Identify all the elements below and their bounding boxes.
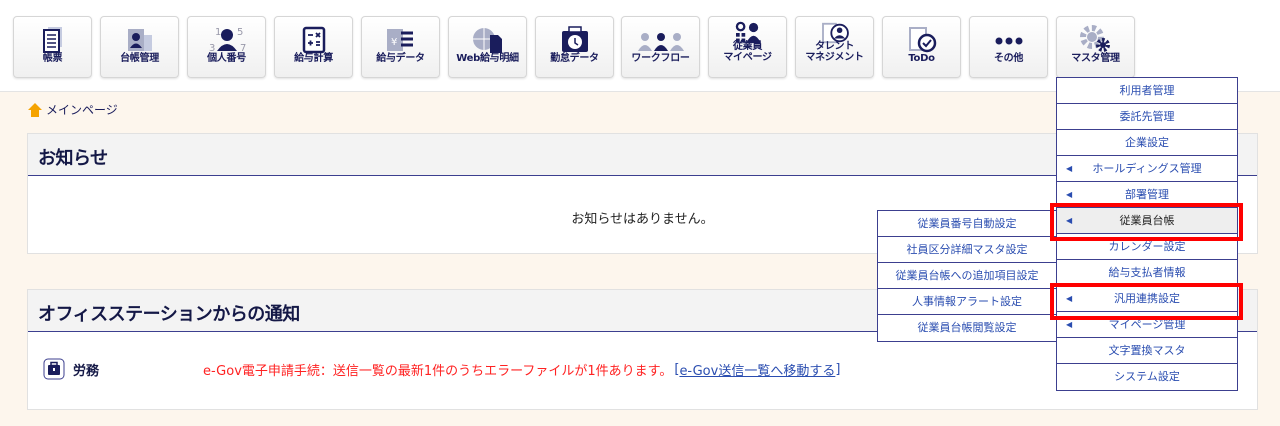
toolbar-label: その他 [993, 53, 1024, 64]
master-menu-item[interactable]: 企業設定 [1057, 130, 1237, 156]
toolbar-label: 帳票 [42, 53, 63, 64]
menu-item-label: 汎用連携設定 [1114, 292, 1180, 305]
menu-item-label: ホールディングス管理 [1092, 162, 1202, 175]
todo-check-icon [883, 17, 960, 53]
toolbar-label: 給与計算 [294, 53, 333, 64]
menu-item-label: 従業員台帳 [1119, 214, 1175, 227]
caret-left-icon: ◀ [1066, 164, 1073, 173]
menu-item-label: 従業員台帳への追加項目設定 [895, 269, 1039, 282]
toolbar-button-globe-document[interactable]: Web給与明細 [448, 16, 527, 78]
toolbar-button-gear[interactable]: マスタ管理 [1056, 16, 1135, 78]
svg-text:¥: ¥ [391, 37, 397, 48]
menu-item-label: 人事情報アラート設定 [912, 295, 1022, 308]
caret-left-icon: ◀ [1066, 294, 1073, 303]
category-label: 労務 [73, 363, 100, 379]
caret-left-icon: ◀ [1066, 190, 1073, 199]
menu-item-label: 文字置換マスタ [1108, 344, 1186, 357]
toolbar-label: マスタ管理 [1071, 53, 1120, 64]
breadcrumb: メインページ [27, 101, 118, 118]
master-menu-item[interactable]: ◀ 従業員台帳 [1057, 208, 1237, 234]
toolbar-label: 台帳管理 [120, 53, 159, 64]
submenu-item[interactable]: 従業員台帳への追加項目設定 [878, 263, 1056, 289]
toolbar-label: Web給与明細 [456, 53, 519, 64]
menu-item-label: 社員区分詳細マスタ設定 [906, 243, 1028, 256]
document-icon [14, 17, 91, 53]
menu-item-label: 給与支払者情報 [1108, 266, 1186, 279]
menu-item-label: 企業設定 [1125, 136, 1169, 149]
briefcase-icon [43, 358, 65, 380]
globe-document-icon [449, 17, 526, 53]
egov-list-link[interactable]: e-Gov送信一覧へ移動する [679, 360, 835, 379]
master-menu-item[interactable]: カレンダー設定 [1057, 234, 1237, 260]
master-menu-dropdown: 利用者管理委託先管理企業設定 ◀ ホールディングス管理 ◀ 部署管理 ◀ 従業員台帳カレンダ… [1056, 77, 1238, 391]
error-message: e-Gov電子申請手続：送信一覧の最新1件のうちエラーファイルが1件あります。 [203, 363, 673, 379]
master-menu-item[interactable]: ◀ 部署管理 [1057, 182, 1237, 208]
toolbar-button-payroll-data[interactable]: ¥ 給与データ [361, 16, 440, 78]
employee-ledger-submenu: 従業員番号自動設定 社員区分詳細マスタ設定 従業員台帳への追加項目設定 人事情報アラー… [877, 210, 1057, 342]
caret-left-icon: ◀ [1066, 320, 1073, 329]
menu-item-label: 部署管理 [1125, 188, 1169, 201]
master-menu-item[interactable]: ◀ マイページ管理 [1057, 312, 1237, 338]
toolbar-button-calculator[interactable]: 給与計算 [274, 16, 353, 78]
caret-left-icon: ◀ [1066, 216, 1073, 225]
person-number-icon: 1537 [188, 17, 265, 54]
menu-item-label: 従業員台帳閲覧設定 [917, 321, 1017, 334]
toolbar-button-clock[interactable]: 勤怠データ [535, 16, 614, 78]
master-menu-item[interactable]: 文字置換マスタ [1057, 338, 1237, 364]
home-icon [28, 102, 42, 117]
menu-item-label: 利用者管理 [1119, 84, 1175, 97]
svg-text:1: 1 [215, 27, 221, 38]
toolbar-button-employee-gear[interactable]: 従業員 マイページ [708, 16, 787, 78]
more-dots-icon [970, 17, 1047, 53]
toolbar-button-todo-check[interactable]: ToDo [882, 16, 961, 78]
master-menu-item[interactable]: 給与支払者情報 [1057, 260, 1237, 286]
toolbar-label: マネジメント [805, 52, 864, 63]
toolbar-label: 個人番号 [207, 53, 246, 64]
toolbar-label: ToDo [908, 53, 935, 64]
link-bracket: ] [835, 361, 841, 377]
master-menu-item[interactable]: 利用者管理 [1057, 78, 1237, 104]
workflow-people-icon [622, 17, 699, 53]
master-menu-item[interactable]: ◀ ホールディングス管理 [1057, 156, 1237, 182]
clock-icon [536, 17, 613, 53]
toolbar-label: タレント [815, 41, 854, 52]
submenu-item[interactable]: 社員区分詳細マスタ設定 [878, 237, 1056, 263]
toolbar-button-more-dots[interactable]: その他 [969, 16, 1048, 78]
id-card-icon [101, 17, 178, 53]
master-menu-item[interactable]: 委託先管理 [1057, 104, 1237, 130]
toolbar-button-talent-clipboard[interactable]: タレント マネジメント [795, 16, 874, 78]
toolbar-button-document[interactable]: 帳票 [13, 16, 92, 78]
master-menu-item[interactable]: システム設定 [1057, 364, 1237, 390]
toolbar-label: マイページ [723, 52, 772, 63]
menu-item-label: 委託先管理 [1119, 110, 1175, 123]
master-menu-item[interactable]: ◀ 汎用連携設定 [1057, 286, 1237, 312]
svg-text:5: 5 [237, 27, 243, 38]
toolbar-label: 従業員 [732, 41, 763, 52]
toolbar-label: 勤怠データ [550, 53, 599, 64]
toolbar-label: ワークフロー [631, 53, 690, 64]
breadcrumb-home[interactable]: メインページ [46, 101, 118, 118]
menu-item-label: システム設定 [1114, 370, 1180, 383]
menu-item-label: マイページ管理 [1108, 318, 1186, 331]
menu-item-label: 従業員番号自動設定 [917, 217, 1017, 230]
toolbar-button-id-card[interactable]: 台帳管理 [100, 16, 179, 78]
submenu-item[interactable]: 従業員番号自動設定 [878, 211, 1056, 237]
toolbar-label: 給与データ [376, 53, 425, 64]
calculator-icon [275, 17, 352, 54]
submenu-item[interactable]: 従業員台帳閲覧設定 [878, 315, 1056, 341]
payroll-data-icon: ¥ [362, 17, 439, 53]
toolbar-button-person-number[interactable]: 1 5 3 7 個人番号 [187, 16, 266, 78]
submenu-item[interactable]: 人事情報アラート設定 [878, 289, 1056, 315]
toolbar-button-workflow-people[interactable]: ワークフロー [621, 16, 700, 78]
gear-icon [1057, 17, 1134, 53]
menu-item-label: カレンダー設定 [1108, 240, 1186, 253]
